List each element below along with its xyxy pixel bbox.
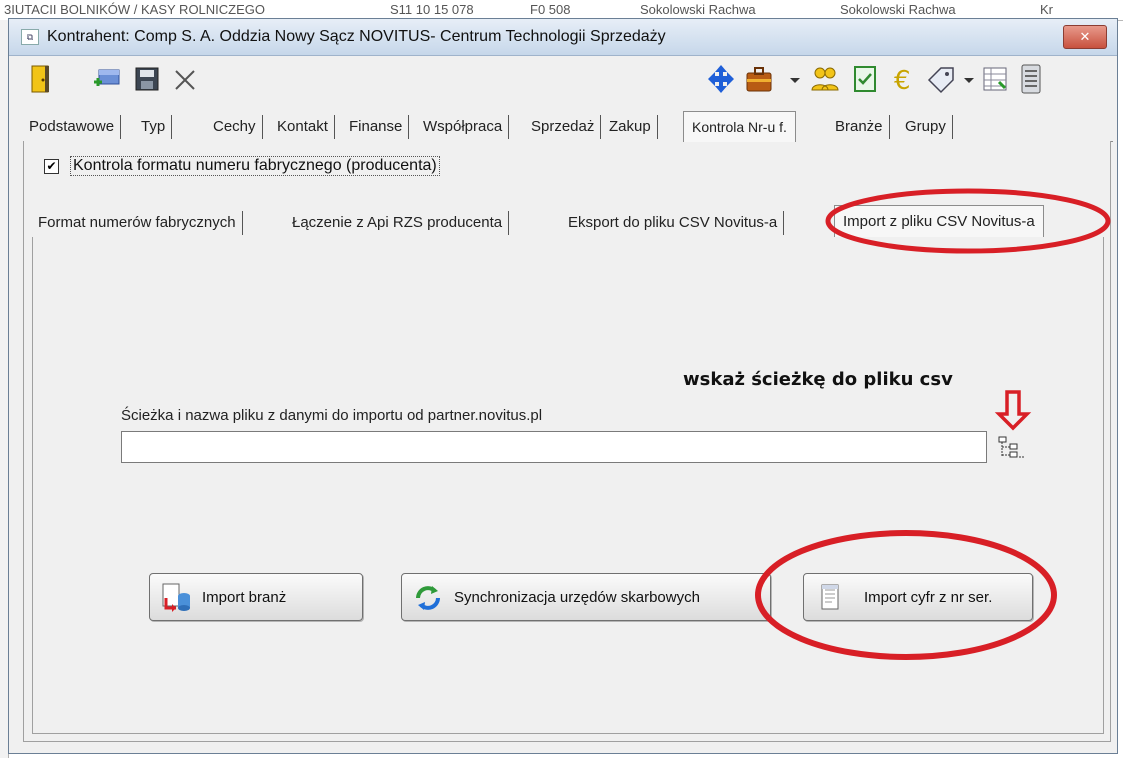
subtab-format[interactable]: Format numerów fabrycznych [32,211,243,235]
dropdown-arrow-icon[interactable] [959,62,979,96]
tab-typ[interactable]: Typ [135,115,173,139]
move-arrows-icon[interactable] [705,62,737,96]
subtab-export-csv[interactable]: Eksport do pliku CSV Novitus-a [562,211,785,235]
import-branz-button[interactable]: Import branż [149,573,363,621]
background-text: Sokolowski Rachwa [840,2,956,17]
sync-arrows-icon [416,586,440,610]
background-text: F0 508 [530,2,571,17]
import-path-label: Ścieżka i nazwa pliku z danymi do import… [121,407,543,424]
window-title: Kontrahent: Comp S. A. Oddzia Nowy Sącz … [47,28,666,45]
tab-panel-kontrola: ✔ Kontrola formatu numeru fabrycznego (p… [23,141,1111,742]
svg-text:€: € [894,66,911,96]
save-icon[interactable] [131,62,163,96]
document-icon [821,584,839,610]
tab-cechy[interactable]: Cechy [207,115,263,139]
import-branz-label: Import branż [202,589,287,606]
annotation-text: wskaż ścieżkę do pliku csv [683,369,953,390]
tab-grupy[interactable]: Grupy [899,115,953,139]
tab-wspolpraca[interactable]: Współpraca [417,115,510,139]
close-window-button[interactable]: ✕ [1063,25,1107,49]
toolbar: € [9,56,1117,104]
tab-kontakt[interactable]: Kontakt [271,115,335,139]
background-text: 3IUTACII BOLNIKÓW / KASY ROLNICZEGO [4,2,266,17]
tab-finanse[interactable]: Finanse [343,115,410,139]
contractor-window: ⧉ Kontrahent: Comp S. A. Oddzia Nowy Sąc… [8,18,1118,754]
import-digits-button[interactable]: Import cyfr z nr ser. [803,573,1033,621]
background-text: Sokolowski Rachwa [640,2,756,17]
import-database-icon [162,583,190,612]
tab-kontrola-nr[interactable]: Kontrola Nr-u f. [683,111,796,142]
subtab-import-csv[interactable]: Import z pliku CSV Novitus-a [834,205,1044,238]
checklist-icon[interactable] [849,62,881,96]
import-csv-panel: wskaż ścieżkę do pliku csv Ścieżka i naz… [32,237,1104,734]
background-text: Kr [1040,2,1053,17]
tab-podstawowe[interactable]: Podstawowe [23,115,122,139]
euro-icon[interactable]: € [889,62,921,96]
sync-tax-offices-button[interactable]: Synchronizacja urzędów skarbowych [401,573,771,621]
close-x-icon[interactable] [169,62,201,96]
title-bar[interactable]: ⧉ Kontrahent: Comp S. A. Oddzia Nowy Sąc… [9,19,1117,56]
control-format-checkbox[interactable]: ✔ [44,159,59,174]
subtab-api-rzs[interactable]: Łączenie z Api RZS producenta [286,211,510,235]
briefcase-icon[interactable] [743,62,775,96]
tab-branze[interactable]: Branże [829,115,890,139]
import-path-input[interactable] [121,431,987,463]
sync-tax-offices-label: Synchronizacja urzędów skarbowych [454,589,700,606]
import-digits-label: Import cyfr z nr ser. [864,589,993,606]
users-icon[interactable] [809,62,841,96]
background-text: S11 10 15 078 [390,2,474,17]
dropdown-arrow-icon[interactable] [785,62,805,96]
tab-zakup[interactable]: Zakup [603,115,658,139]
main-tab-bar: Podstawowe Typ Cechy Kontakt Finanse Wsp… [23,111,1113,142]
sub-tab-bar: Format numerów fabrycznych Łączenie z Ap… [32,205,1104,238]
control-format-label[interactable]: Kontrola formatu numeru fabrycznego (pro… [70,156,440,176]
document-list-icon[interactable] [1015,62,1047,96]
app-icon: ⧉ [21,29,39,45]
tag-icon[interactable] [925,62,957,96]
browse-tree-icon[interactable] [995,433,1025,463]
grid-icon[interactable] [979,62,1011,96]
door-icon[interactable] [25,62,57,96]
tab-sprzedaz[interactable]: Sprzedaż [525,115,602,139]
add-goods-icon[interactable] [91,62,123,96]
